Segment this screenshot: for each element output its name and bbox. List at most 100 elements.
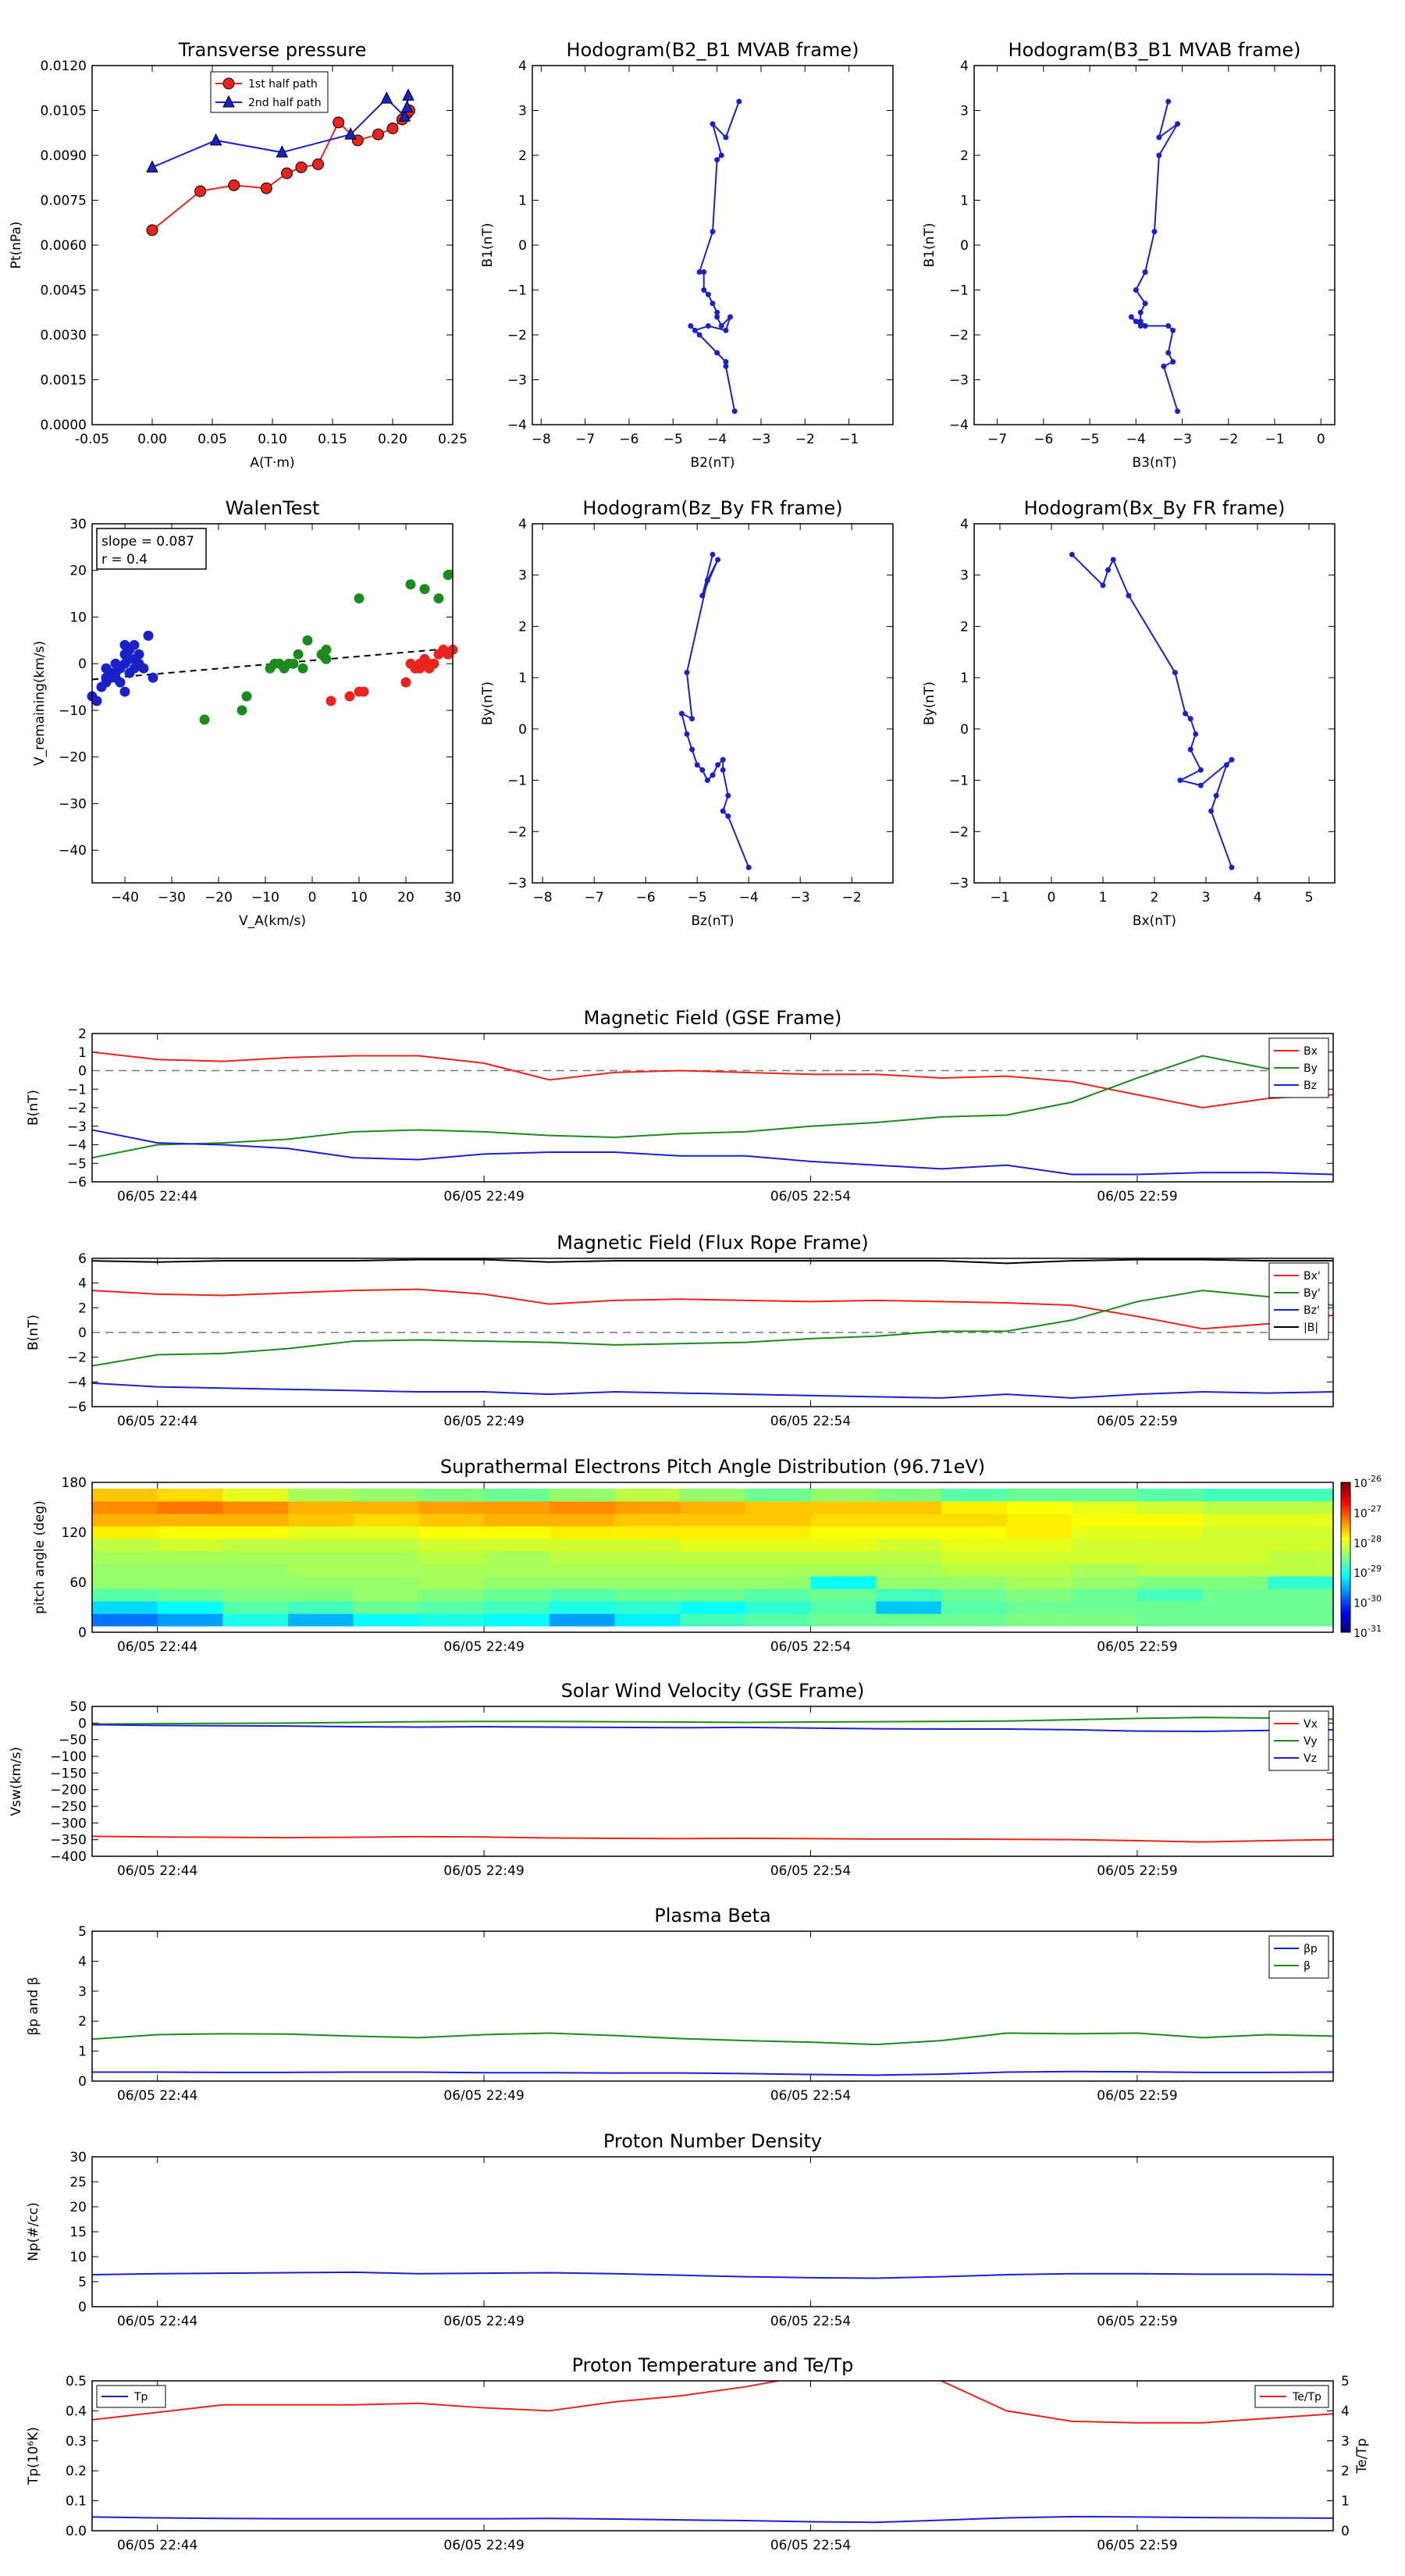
- legend-label: Bz': [1304, 1304, 1320, 1317]
- y-right-tick-label: 4: [1341, 2403, 1350, 2419]
- heatmap-cell: [680, 1489, 746, 1502]
- data-point: [110, 658, 121, 669]
- data-point: [725, 813, 731, 820]
- figure-canvas: Transverse pressure0.00000.00150.00300.0…: [9, 39, 1382, 2553]
- x-tick-label: −4: [739, 890, 759, 906]
- x-tick-label: 06/05 22:44: [117, 2088, 197, 2104]
- heatmap-cell: [1072, 1564, 1138, 1577]
- heatmap-cell: [614, 1564, 681, 1577]
- colorbar-segment: [1341, 1514, 1350, 1518]
- heatmap-cell: [876, 1576, 942, 1589]
- y-right-tick-label: 5: [1341, 2374, 1350, 2389]
- y-tick-label: 0: [78, 2300, 87, 2315]
- data-point: [723, 363, 729, 369]
- heatmap-cell: [745, 1576, 812, 1589]
- data-point: [380, 91, 393, 104]
- data-point: [358, 686, 369, 697]
- chart-walen: WalenTest −40 −30 −20 −10 0 10 20 30 −40 −30 −20 −10…: [32, 497, 461, 929]
- series-line: [1130, 101, 1179, 412]
- y-tick-label: 0: [78, 1064, 87, 1080]
- data-point: [119, 639, 130, 650]
- heatmap-cell: [1136, 1539, 1204, 1552]
- data-point: [424, 658, 435, 669]
- y-tick-label: −150: [50, 1766, 87, 1781]
- colorbar-segment: [1341, 1527, 1350, 1531]
- y-tick-label: −1: [949, 283, 969, 299]
- heatmap-cell: [810, 1489, 877, 1502]
- heatmap-cell: [549, 1501, 615, 1514]
- x-tick-label: 0.20: [378, 432, 407, 447]
- x-axis-label: Bz(nT): [691, 913, 734, 929]
- colorbar-segment: [1341, 1489, 1350, 1493]
- x-tick-label: 06/05 22:59: [1097, 1414, 1177, 1429]
- heatmap-cell: [941, 1576, 1008, 1589]
- data-point: [720, 808, 726, 814]
- y-tick-label: 0.0090: [41, 148, 87, 164]
- heatmap-cell: [157, 1489, 223, 1502]
- data-point: [288, 658, 299, 669]
- heatmap-cell: [353, 1539, 419, 1552]
- data-point: [714, 350, 720, 356]
- chart-pad: Suprathermal Electrons Pitch Angle Distr…: [32, 1456, 1382, 1655]
- series-group: [92, 2381, 1333, 2524]
- heatmap-cell: [353, 1501, 419, 1514]
- data-point: [199, 714, 210, 725]
- y-tick-label: 0: [960, 238, 969, 254]
- data-point: [684, 731, 690, 737]
- heatmap-cell: [92, 1589, 158, 1602]
- data-point: [354, 593, 365, 604]
- y-tick-label: 4: [78, 1954, 87, 1969]
- chart-title: Plasma Beta: [654, 1905, 770, 1927]
- plot-frame: [91, 2156, 1334, 2307]
- y-tick-label: 50: [69, 1699, 87, 1715]
- heatmap-cell: [484, 1489, 550, 1502]
- legend-label: 1st half path: [248, 78, 318, 91]
- chart-title: Magnetic Field (Flux Rope Frame): [557, 1232, 868, 1254]
- y-tick-label: −4: [507, 418, 527, 433]
- heatmap-cell: [745, 1614, 812, 1627]
- y-axis-label: B1(nT): [480, 223, 496, 268]
- heatmap-cell: [1268, 1526, 1334, 1539]
- series-group: [92, 1717, 1333, 1843]
- heatmap-cell: [418, 1589, 485, 1602]
- data-point: [1156, 134, 1162, 141]
- colorbar-segment: [1341, 1574, 1350, 1578]
- y-tick-label: 1: [960, 194, 969, 209]
- y-tick-label: 2: [960, 619, 969, 635]
- y-tick-label: 3: [960, 568, 969, 584]
- colorbar-segment: [1341, 1587, 1350, 1591]
- y-tick-label: 3: [78, 1984, 87, 2000]
- colorbar-segment: [1341, 1552, 1350, 1556]
- data-point: [302, 635, 313, 646]
- colorbar-tick-label: 10: [1353, 1598, 1368, 1610]
- heatmap-cell: [418, 1551, 485, 1564]
- y-tick-label: 0: [960, 722, 969, 738]
- heatmap-cell: [222, 1526, 289, 1539]
- colorbar-tick-exponent: -31: [1368, 1624, 1382, 1634]
- colorbar-segment: [1341, 1624, 1350, 1628]
- data-point: [1172, 670, 1178, 676]
- heatmap-cell: [1006, 1589, 1072, 1602]
- heatmap-cell: [614, 1539, 681, 1552]
- heatmap-cell: [1006, 1539, 1072, 1552]
- heatmap-cell: [418, 1489, 485, 1502]
- x-tick-label: 06/05 22:54: [770, 1189, 851, 1204]
- y-tick-label: −2: [949, 824, 969, 840]
- data-point: [1197, 782, 1204, 788]
- heatmap-cell: [876, 1551, 942, 1564]
- data-point: [704, 577, 710, 583]
- y-tick-label: 25: [69, 2175, 87, 2190]
- series-group: [92, 2032, 1333, 2076]
- colorbar-segment: [1341, 1482, 1350, 1485]
- colorbar-segment: [1341, 1560, 1350, 1563]
- series-line-Te/Tp: [92, 2381, 1333, 2424]
- x-tick-label: 06/05 22:49: [443, 1863, 524, 1879]
- colorbar-segment: [1341, 1604, 1350, 1608]
- y-tick-label: 1: [78, 2044, 87, 2060]
- y-tick-label: 0: [78, 2074, 87, 2090]
- x-tick-label: 0.25: [438, 432, 468, 447]
- data-point: [1223, 762, 1229, 768]
- y-tick-label: 5: [78, 1924, 87, 1940]
- heatmap-cell: [353, 1564, 419, 1577]
- heatmap-cell: [1268, 1576, 1334, 1589]
